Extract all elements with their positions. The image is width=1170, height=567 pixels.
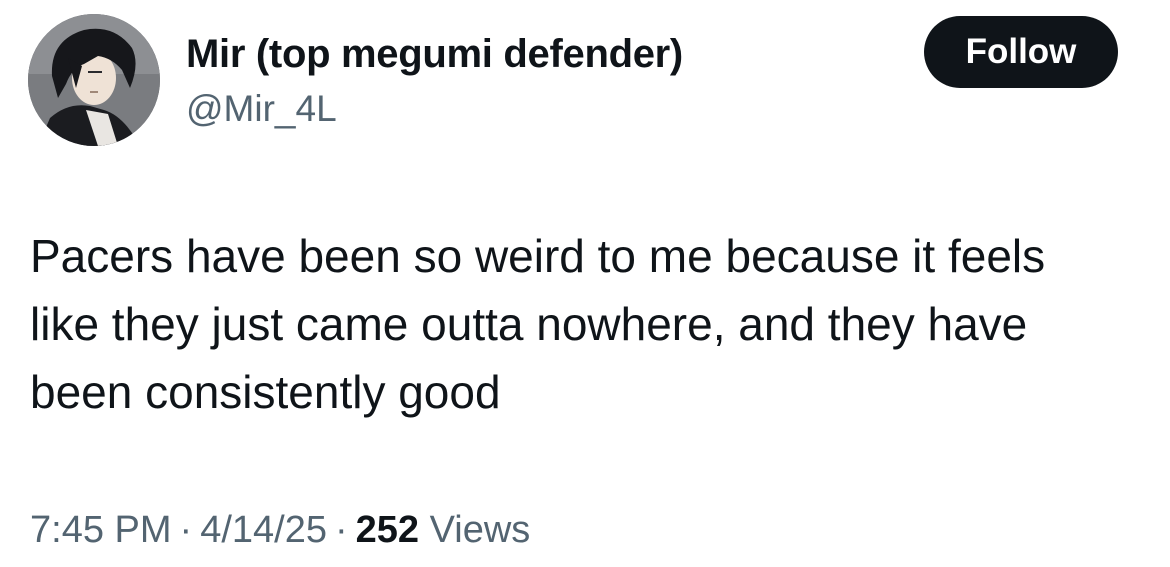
meta-separator: · bbox=[334, 509, 348, 551]
tweet-card: Mir (top megumi defender) @Mir_4L Follow… bbox=[0, 0, 1170, 567]
follow-button[interactable]: Follow bbox=[924, 16, 1118, 88]
meta-separator: · bbox=[179, 509, 193, 551]
follow-button-label: Follow bbox=[965, 32, 1077, 71]
author-display-name[interactable]: Mir (top megumi defender) bbox=[186, 30, 683, 78]
tweet-text: Pacers have been so weird to me because … bbox=[30, 230, 1046, 418]
author-handle[interactable]: @Mir_4L bbox=[186, 86, 337, 132]
views-label: Views bbox=[429, 509, 531, 551]
views-count: 252 bbox=[355, 509, 420, 551]
tweet-time[interactable]: 7:45 PM bbox=[30, 509, 172, 551]
avatar[interactable] bbox=[28, 14, 160, 146]
tweet-date[interactable]: 4/14/25 bbox=[200, 509, 327, 551]
tweet-metadata: 7:45 PM · 4/14/25 · 252 Views bbox=[30, 504, 530, 556]
avatar-image bbox=[28, 14, 160, 146]
